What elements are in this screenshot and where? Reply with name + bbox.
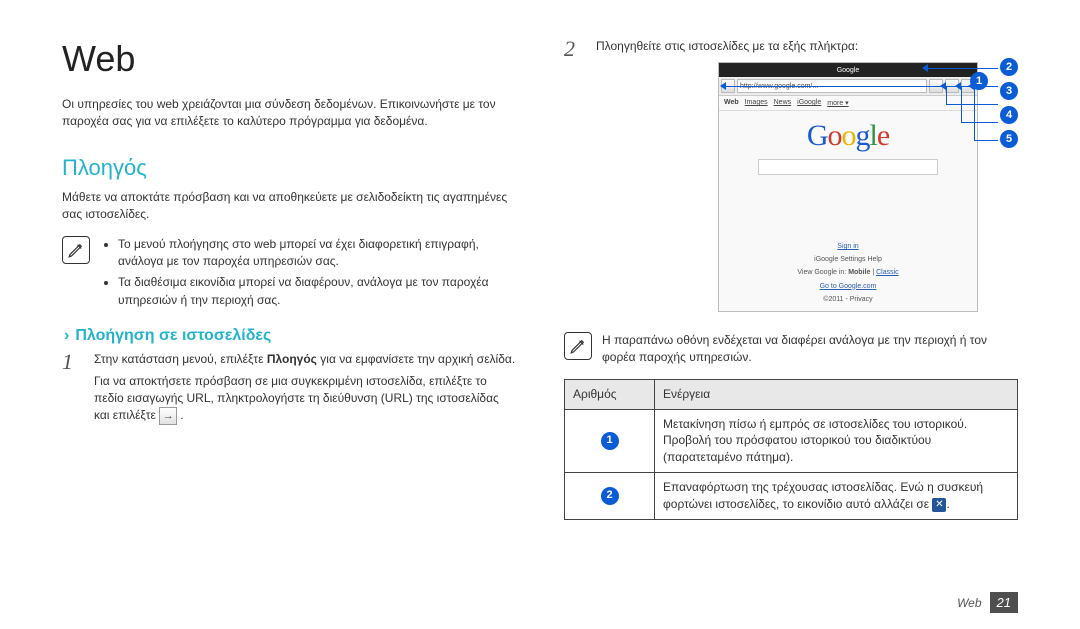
figure-phone: Google http://www.google.com/... Web Ima… — [718, 62, 1018, 322]
callout-badge: 3 — [1000, 82, 1018, 100]
cell-action: Επαναφόρτωση της τρέχουσας ιστοσελίδας. … — [655, 472, 1018, 519]
phone-status-bar: Google — [719, 63, 977, 77]
step-number: 1 — [62, 351, 82, 425]
note-icon — [564, 332, 592, 360]
tab-igoogle: iGoogle — [797, 99, 821, 107]
callout-badge: 1 — [970, 72, 988, 90]
tab-more: more ▾ — [827, 99, 848, 107]
phone-footer: Sign in iGoogle Settings Help View Googl… — [719, 239, 977, 305]
step-body: Πλοηγηθείτε στις ιστοσελίδες με τα εξής … — [596, 38, 1018, 60]
actions-table: Αριθμός Ενέργεια 1 Μετακίνηση πίσω ή εμπ… — [564, 379, 1018, 520]
tab-images: Images — [745, 99, 768, 107]
table-row: 2 Επαναφόρτωση της τρέχουσας ιστοσελίδας… — [565, 472, 1018, 519]
step-number: 2 — [564, 38, 584, 60]
page-footer: Web 21 — [957, 592, 1018, 613]
note-item: Το μενού πλοήγησης στο web μπορεί να έχε… — [118, 236, 516, 271]
callout-badge: 2 — [601, 487, 619, 505]
note-list-left: Το μενού πλοήγησης στο web μπορεί να έχε… — [100, 236, 516, 314]
chevron-right-icon: › — [64, 327, 69, 345]
note-text: Η παραπάνω οθόνη ενδέχεται να διαφέρει α… — [602, 332, 1018, 367]
cell-action: Μετακίνηση πίσω ή εμπρός σε ιστοσελίδες … — [655, 409, 1018, 472]
tab-news: News — [774, 99, 792, 107]
note-item: Τα διαθέσιμα εικονίδια μπορεί να διαφέρο… — [118, 274, 516, 309]
callout-badge: 4 — [1000, 106, 1018, 124]
subsection-title: Πλοήγηση σε ιστοσελίδες — [75, 327, 271, 345]
note-icon — [62, 236, 90, 264]
table-row: 1 Μετακίνηση πίσω ή εμπρός σε ιστοσελίδε… — [565, 409, 1018, 472]
callout-badge: 2 — [1000, 58, 1018, 76]
footer-section-label: Web — [957, 596, 981, 610]
phone-mock: Google http://www.google.com/... Web Ima… — [718, 62, 978, 312]
callout-badge: 5 — [1000, 130, 1018, 148]
go-icon: → — [159, 407, 177, 425]
tab-web: Web — [724, 99, 739, 107]
intro-text: Οι υπηρεσίες του web χρειάζονται μια σύν… — [62, 96, 516, 131]
section-title: Πλοηγός — [62, 155, 516, 181]
phone-tabs: Web Images News iGoogle more ▾ — [719, 96, 977, 111]
search-box — [758, 159, 938, 175]
section-desc: Μάθετε να αποκτάτε πρόσβαση και να αποθη… — [62, 189, 516, 224]
col-header-action: Ενέργεια — [655, 379, 1018, 409]
col-header-number: Αριθμός — [565, 379, 655, 409]
page-title: Web — [62, 38, 516, 80]
callout-badges: 2 1 3 4 5 — [1000, 56, 1018, 148]
step-body: Στην κατάσταση μενού, επιλέξτε Πλοηγός γ… — [94, 351, 516, 425]
google-logo: Google — [719, 119, 977, 153]
footer-page-number: 21 — [990, 592, 1018, 613]
callout-badge: 1 — [601, 432, 619, 450]
close-icon: ✕ — [932, 498, 946, 512]
